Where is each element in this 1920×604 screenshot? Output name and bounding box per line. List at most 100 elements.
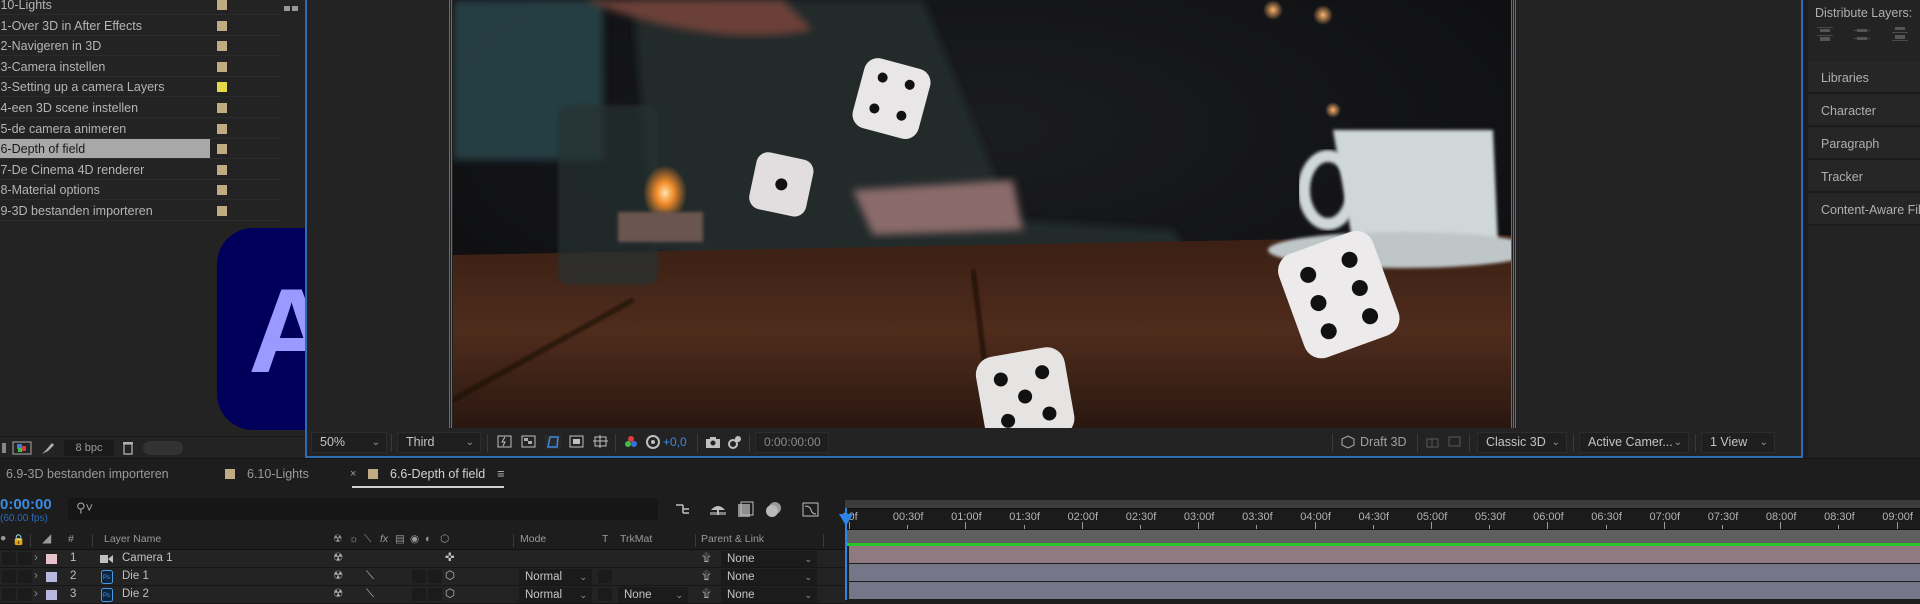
project-item[interactable]: .4-een 3D scene instellen (0, 98, 282, 118)
fast-previews-icon[interactable] (497, 435, 513, 449)
lock-icon[interactable]: 🔒 (12, 533, 25, 546)
layer-label-color[interactable] (46, 590, 57, 600)
visibility-toggle[interactable] (2, 570, 16, 583)
lock-toggle[interactable] (18, 552, 32, 565)
render-queue-icon[interactable] (40, 441, 56, 455)
panel-content-aware-fil[interactable]: Content-Aware Fil (1808, 194, 1920, 226)
draft-3d-label[interactable]: Draft 3D (1360, 435, 1407, 449)
view-layout-dropdown[interactable]: 1 View ⌄ (1701, 432, 1775, 453)
label-color-swatch[interactable] (217, 206, 227, 216)
distribute-top-icon[interactable] (1817, 26, 1833, 42)
graph-editor-icon[interactable] (802, 501, 820, 517)
adjustment-toggle[interactable] (428, 570, 442, 583)
composition-mini-flowchart-icon[interactable] (675, 502, 693, 516)
pick-whip-icon[interactable]: ۩ (702, 586, 711, 603)
shy-switch-icon[interactable]: ☢ (333, 533, 342, 545)
effects-switch-icon[interactable]: fx (380, 533, 388, 545)
layer-duration-bar[interactable] (849, 564, 1920, 581)
new-composition-icon[interactable] (12, 441, 32, 455)
extended-viewer-icon[interactable] (1425, 435, 1441, 449)
preserve-transparency-toggle[interactable] (598, 588, 612, 601)
time-ruler[interactable]: 00f 00:30f 01:00f 01:30f 02:00f 02:30f 03:00f 0… (842, 508, 1920, 530)
project-item[interactable]: .2-Navigeren in 3D (0, 36, 282, 57)
label-color-swatch[interactable] (217, 82, 227, 93)
distribute-bottom-icon[interactable] (1892, 26, 1908, 42)
snapshot-camera-icon[interactable] (705, 435, 721, 449)
quality-switch-icon[interactable]: ⟍ (364, 533, 371, 546)
shy-switch-icon[interactable]: ☢ (333, 550, 343, 567)
composition-frame[interactable] (453, 0, 1513, 428)
interpret-footage-icon[interactable] (2, 441, 8, 455)
lock-toggle[interactable] (18, 570, 32, 583)
label-color-swatch[interactable] (217, 103, 227, 113)
3d-view-dropdown[interactable]: Active Camer... ⌄ (1579, 432, 1689, 453)
layer-name[interactable]: Die 2 (122, 586, 149, 603)
label-color-swatch[interactable] (217, 20, 227, 31)
pick-whip-icon[interactable]: ۩ (702, 550, 711, 567)
project-item[interactable]: .5-de camera animeren (0, 119, 282, 139)
bit-depth-button[interactable]: 8 bpc (64, 440, 114, 456)
tab-menu-icon[interactable]: ≡ (497, 467, 504, 481)
draft-3d-timeline-icon[interactable] (709, 502, 727, 516)
blend-mode-dropdown[interactable]: Normal ⌄ (519, 587, 592, 603)
project-item[interactable]: .8-Material options (0, 180, 282, 201)
motion-blur-switch-icon[interactable]: ◉ (410, 533, 419, 545)
3d-layer-switch-icon[interactable]: ⬡ (440, 533, 449, 545)
panel-character[interactable]: Character (1808, 95, 1920, 127)
layer-duration-bar[interactable] (849, 546, 1920, 563)
region-of-interest-icon[interactable] (569, 435, 585, 449)
parent-dropdown[interactable]: None ⌄ (721, 587, 817, 603)
label-color-swatch[interactable] (217, 0, 227, 10)
expand-chevron-icon[interactable]: › (34, 586, 38, 603)
layer-label-color[interactable] (46, 572, 57, 582)
channels-icon[interactable] (623, 435, 639, 449)
panel-tracker[interactable]: Tracker (1808, 161, 1920, 193)
project-item[interactable]: .7-De Cinema 4D renderer (0, 160, 282, 180)
adjustment-layer-switch-icon[interactable]: ◐ (425, 533, 431, 545)
quality-switch-icon[interactable]: ⟍ (366, 568, 374, 585)
blend-mode-dropdown[interactable]: Normal ⌄ (519, 569, 592, 585)
layer-name[interactable]: Camera 1 (122, 550, 173, 567)
frame-blending-icon[interactable] (765, 501, 783, 517)
motion-blur-toggle[interactable] (412, 570, 426, 583)
close-tab-icon[interactable]: × (350, 459, 356, 489)
tab-6-9[interactable]: 6.9-3D bestanden importeren (6, 459, 169, 489)
project-item[interactable]: .1-Over 3D in After Effects (0, 16, 282, 36)
project-item[interactable]: .6-Depth of field (0, 139, 282, 160)
3d-layer-switch-icon[interactable]: ⬡ (445, 568, 455, 585)
lock-toggle[interactable] (18, 588, 32, 601)
panel-paragraph[interactable]: Paragraph (1808, 128, 1920, 160)
label-color-swatch[interactable] (217, 164, 227, 175)
panel-libraries[interactable]: Libraries (1808, 62, 1920, 94)
project-item[interactable]: .10-Lights (0, 0, 282, 15)
distribute-vcenter-icon[interactable] (1854, 26, 1870, 42)
expand-chevron-icon[interactable]: › (34, 550, 38, 567)
label-color-swatch[interactable] (217, 123, 227, 134)
current-timecode[interactable]: 0:00:00 (0, 496, 52, 513)
magnification-dropdown[interactable]: 50% ⌄ (311, 432, 387, 453)
label-color-swatch[interactable] (217, 144, 227, 155)
tab-6-10[interactable]: 6.10-Lights (225, 459, 309, 489)
project-panel-icons[interactable] (284, 0, 302, 11)
track-matte-dropdown[interactable]: None ⌄ (618, 587, 688, 603)
layer-label-color[interactable] (46, 554, 57, 564)
shy-switch-icon[interactable]: ☢ (333, 568, 343, 585)
tab-6-6[interactable]: 6.6-Depth of field ≡ (368, 459, 505, 489)
video-visibility-icon[interactable]: ● (0, 532, 6, 544)
layer-row[interactable]: › 3 Ps Die 2 ☢ ⟍ ⬡ Normal ⌄ None ⌄ ۩ None ⌄ (0, 586, 845, 604)
frame-blend-switch-icon[interactable]: ▤ (395, 533, 405, 545)
pick-whip-icon[interactable]: ۩ (702, 568, 711, 585)
mask-path-visibility-icon[interactable] (545, 435, 561, 449)
project-item[interactable]: .3-Camera instellen (0, 57, 282, 77)
hide-shy-layers-icon[interactable] (737, 501, 755, 517)
preserve-transparency-toggle[interactable] (598, 570, 612, 583)
grid-guides-icon[interactable] (593, 435, 609, 449)
3d-ground-plane-icon[interactable] (1447, 435, 1463, 449)
draft-3d-icon[interactable] (1340, 435, 1356, 449)
adjustment-toggle[interactable] (428, 588, 442, 601)
current-time-display[interactable]: 0:00:00:00 (755, 432, 829, 453)
project-item[interactable]: .3-Setting up a camera Layers (0, 77, 282, 98)
reset-exposure-icon[interactable] (645, 435, 661, 449)
visibility-toggle[interactable] (2, 588, 16, 601)
label-color-swatch[interactable] (217, 185, 227, 196)
